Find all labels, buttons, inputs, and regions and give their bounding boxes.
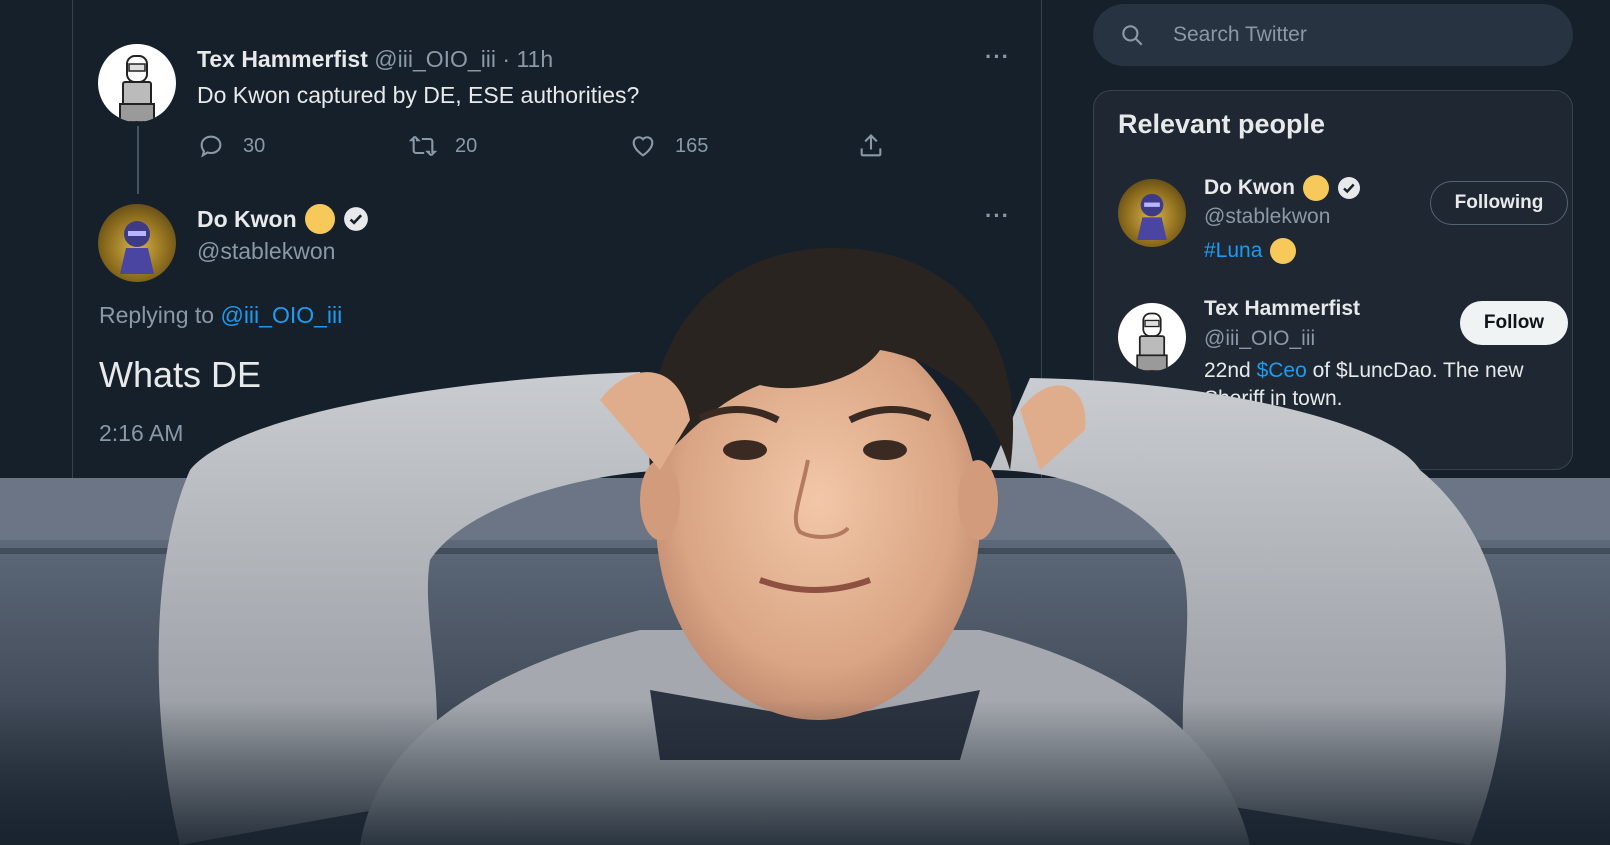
tweet-actions: 30 20 165 [197, 132, 897, 162]
search-bar[interactable] [1093, 4, 1573, 66]
share-button[interactable] [857, 132, 885, 160]
reply-icon [200, 135, 222, 158]
person-avatar-tex[interactable] [1118, 303, 1186, 371]
robot-avatar-icon [119, 55, 155, 122]
person-bio: #Luna [1204, 237, 1524, 265]
person-name[interactable]: Tex Hammerfist [1204, 297, 1360, 321]
person-handle[interactable]: @stablekwon [1204, 205, 1330, 229]
bio-line-2: Sheriff in town. [1204, 387, 1343, 410]
luna-coin-icon [1270, 238, 1297, 264]
replying-to-link[interactable]: @iii_OIO_iii [220, 302, 342, 328]
luna-coin-icon [1302, 175, 1329, 201]
heart-icon [632, 136, 654, 157]
ceo-cashtag[interactable]: $Ceo [1257, 359, 1307, 382]
following-button[interactable]: Following [1430, 181, 1568, 225]
tweet-author-handle[interactable]: @iii_OIO_iii [374, 46, 496, 72]
replying-label: Replying to [99, 302, 215, 328]
verified-icon [343, 207, 368, 231]
ninja-avatar-icon [1137, 193, 1167, 241]
reply-count: 30 [243, 134, 266, 157]
tweet-author-name[interactable]: Tex Hammerfist [197, 46, 368, 72]
person-handle[interactable]: @iii_OIO_iii [1204, 327, 1315, 351]
person-name[interactable]: Do Kwon [1204, 176, 1295, 200]
person-bio: 22nd $Ceo of $LuncDao. The new Sheriff i… [1204, 357, 1524, 413]
reply-text: Whats DE [99, 354, 262, 395]
reply-timestamp[interactable]: 2:16 AM [99, 420, 183, 447]
retweet-icon [409, 135, 437, 157]
reply-more-icon[interactable]: ··· [985, 203, 1010, 229]
follow-button[interactable]: Follow [1460, 301, 1568, 345]
like-button[interactable]: 165 [629, 132, 708, 160]
reply-button[interactable]: 30 [197, 132, 265, 160]
ninja-avatar-icon [120, 221, 154, 274]
like-count: 165 [675, 134, 709, 157]
bio-rest: of $LuncDao. The new [1312, 359, 1524, 382]
thread-line [137, 126, 139, 194]
person-name-row: Do Kwon [1204, 175, 1361, 201]
search-icon [1122, 25, 1143, 46]
reply-author-name[interactable]: Do Kwon [197, 206, 297, 233]
page: Tex Hammerfist @iii_OIO_iii · 11h ··· Do… [0, 0, 1610, 845]
reply-author-handle[interactable]: @stablekwon [197, 238, 335, 265]
robot-avatar-icon [1136, 312, 1168, 371]
search-input[interactable] [1171, 22, 1555, 48]
share-icon [860, 134, 882, 157]
do-kwon-avatar[interactable] [98, 204, 176, 282]
tweet-more-icon[interactable]: ··· [985, 44, 1010, 70]
reply-header: Do Kwon [197, 204, 369, 234]
replying-to: Replying to @iii_OIO_iii [99, 302, 342, 329]
person-avatar-do-kwon[interactable] [1118, 179, 1186, 247]
tweet-text: Do Kwon captured by DE, ESE authorities? [197, 82, 640, 108]
relevant-people-title: Relevant people [1118, 109, 1326, 139]
tex-hammerfist-avatar[interactable] [98, 44, 176, 122]
verified-icon [1337, 177, 1360, 199]
retweet-count: 20 [455, 134, 478, 157]
tweet-age[interactable]: · 11h [502, 46, 553, 72]
bio-start: 22nd [1204, 359, 1251, 382]
relevant-people-card: Relevant people Do Kwon @stablekwon #Lun… [1093, 90, 1573, 470]
luna-hashtag[interactable]: #Luna [1204, 237, 1262, 265]
retweet-button[interactable]: 20 [409, 132, 477, 160]
luna-coin-icon [304, 204, 335, 234]
tweet-header: Tex Hammerfist @iii_OIO_iii · 11h [197, 46, 553, 73]
